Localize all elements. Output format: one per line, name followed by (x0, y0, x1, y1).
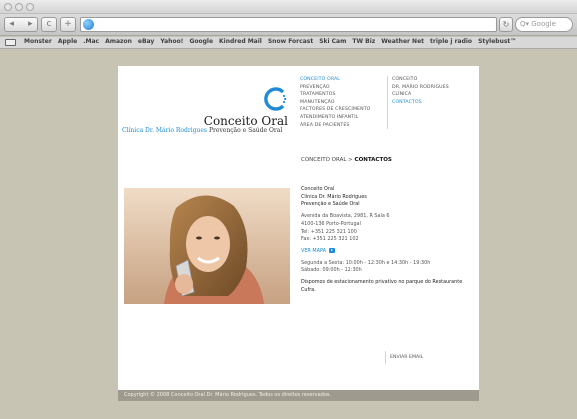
contact-info: Conceito Oral Clínica Dr. Mário Rodrigue… (301, 186, 476, 294)
bookmark-item[interactable]: triple j radio (430, 38, 472, 45)
bookmark-item[interactable]: Google (189, 38, 213, 45)
bookmarks-icon[interactable] (5, 39, 16, 46)
secondary-nav-item[interactable]: DR. MÁRIO RODRIGUES (392, 84, 472, 92)
secondary-nav-item[interactable]: CONCEITO (392, 76, 472, 84)
copyright-text: Copyright © 2008 Conceito Oral Dr. Mário… (124, 392, 332, 398)
footer: Copyright © 2008 Conceito Oral Dr. Mário… (118, 390, 479, 401)
bookmark-item[interactable]: Stylebust™ (478, 38, 516, 45)
primary-nav-item[interactable]: CONCEITO ORAL (300, 76, 384, 84)
contact-phone: Tel: +351 225 321 100 (301, 228, 357, 235)
add-bookmark-button[interactable]: + (60, 17, 76, 32)
contact-title: Conceito Oral (301, 186, 335, 192)
bookmark-list: Monster Apple .Mac Amazon eBay Yahoo! Google Ki… (24, 38, 522, 45)
primary-nav-item[interactable]: FACTORES DE CRESCIMENTO (300, 106, 384, 114)
search-input[interactable]: Q▾ Google (515, 17, 573, 32)
contact-address-1: Avenida da Boavista, 2981, R Sala 6 (301, 213, 390, 220)
page-reload-button[interactable]: ↻ (499, 17, 513, 32)
bookmark-item[interactable]: TW Biz (352, 38, 375, 45)
clinic-tagline: Prevenção e Saúde Oral (208, 127, 283, 134)
zoom-window-icon[interactable] (26, 3, 34, 11)
bookmark-item[interactable]: Monster (24, 38, 52, 45)
logo-icon (264, 87, 287, 111)
primary-nav-item[interactable]: TRATAMENTOS (300, 91, 384, 99)
primary-nav-item[interactable]: ÁREA DE PACIENTES (300, 122, 384, 130)
breadcrumb-current: CONTACTOS (354, 157, 392, 163)
bookmark-item[interactable]: Weather Net (381, 38, 424, 45)
globe-icon (83, 19, 94, 30)
secondary-nav-item[interactable]: CONTACTOS (392, 99, 472, 107)
bookmark-item[interactable]: Apple (58, 38, 77, 45)
clinic-doctor-name: Clínica Dr. Mário Rodrigues (122, 127, 208, 134)
contact-address-2: 4100-136 Porto-Portugal (301, 220, 361, 227)
forward-icon[interactable]: ▸ (28, 19, 33, 29)
send-email-link[interactable]: ENVIAR EMAIL (385, 351, 445, 364)
clinic-name: Clínica Dr. Mário Rodrigues Prevenção e … (122, 127, 282, 134)
logo-name[interactable]: Conceito Oral (188, 114, 288, 128)
hours-saturday: Sábado: 09:00h - 12:30h (301, 267, 362, 274)
map-link-label[interactable]: VER MAPA (301, 248, 326, 254)
primary-nav-item[interactable]: MANUTENÇÃO (300, 99, 384, 107)
breadcrumb: CONCEITO ORAL > CONTACTOS (301, 157, 392, 163)
close-window-icon[interactable] (4, 3, 12, 11)
back-forward-buttons[interactable]: ◂ ▸ (4, 17, 38, 32)
breadcrumb-parent[interactable]: CONCEITO ORAL (301, 157, 346, 163)
browser-toolbar: ◂ ▸ c + ↻ Q▾ Google (0, 14, 577, 36)
minimize-window-icon[interactable] (15, 3, 23, 11)
address-bar[interactable] (80, 17, 497, 32)
woman-with-phone-photo (124, 188, 290, 304)
secondary-nav: CONCEITO DR. MÁRIO RODRIGUES CLÍNICA CONTAC… (392, 76, 472, 106)
contact-tagline: Prevenção e Saúde Oral (301, 201, 360, 208)
secondary-nav-item[interactable]: CLÍNICA (392, 91, 472, 99)
arrow-right-icon[interactable] (328, 247, 335, 253)
primary-nav-item[interactable]: PREVENÇÃO (300, 84, 384, 92)
contact-fax: Fax: +351 225 321 102 (301, 236, 359, 243)
bookmark-item[interactable]: Yahoo! (160, 38, 183, 45)
bookmark-item[interactable]: Snow Forcast (268, 38, 313, 45)
bookmark-item[interactable]: Ski Cam (319, 38, 346, 45)
reload-icon: c (46, 19, 52, 29)
breadcrumb-separator: > (346, 157, 355, 163)
bookmark-item[interactable]: Kindred Mail (219, 38, 262, 45)
site-container: Conceito Oral Clínica Dr. Mário Rodrigue… (118, 66, 479, 401)
parking-note: Dispomos de estacionamento privativo no … (301, 279, 463, 293)
primary-nav-item[interactable]: ATENDIMENTO INFANTIL (300, 114, 384, 122)
bookmark-item[interactable]: .Mac (83, 38, 99, 45)
bookmark-item[interactable]: eBay (138, 38, 154, 45)
reload-button[interactable]: c (41, 17, 57, 32)
add-icon: + (64, 19, 72, 29)
back-icon[interactable]: ◂ (9, 19, 14, 29)
bookmarks-bar: Monster Apple .Mac Amazon eBay Yahoo! Google Ki… (0, 37, 577, 49)
primary-nav: CONCEITO ORAL PREVENÇÃO TRATAMENTOS MANUTEN… (300, 76, 388, 130)
map-link[interactable]: VER MAPA (301, 247, 476, 256)
window-titlebar (0, 0, 577, 14)
bookmark-item[interactable]: Amazon (105, 38, 132, 45)
